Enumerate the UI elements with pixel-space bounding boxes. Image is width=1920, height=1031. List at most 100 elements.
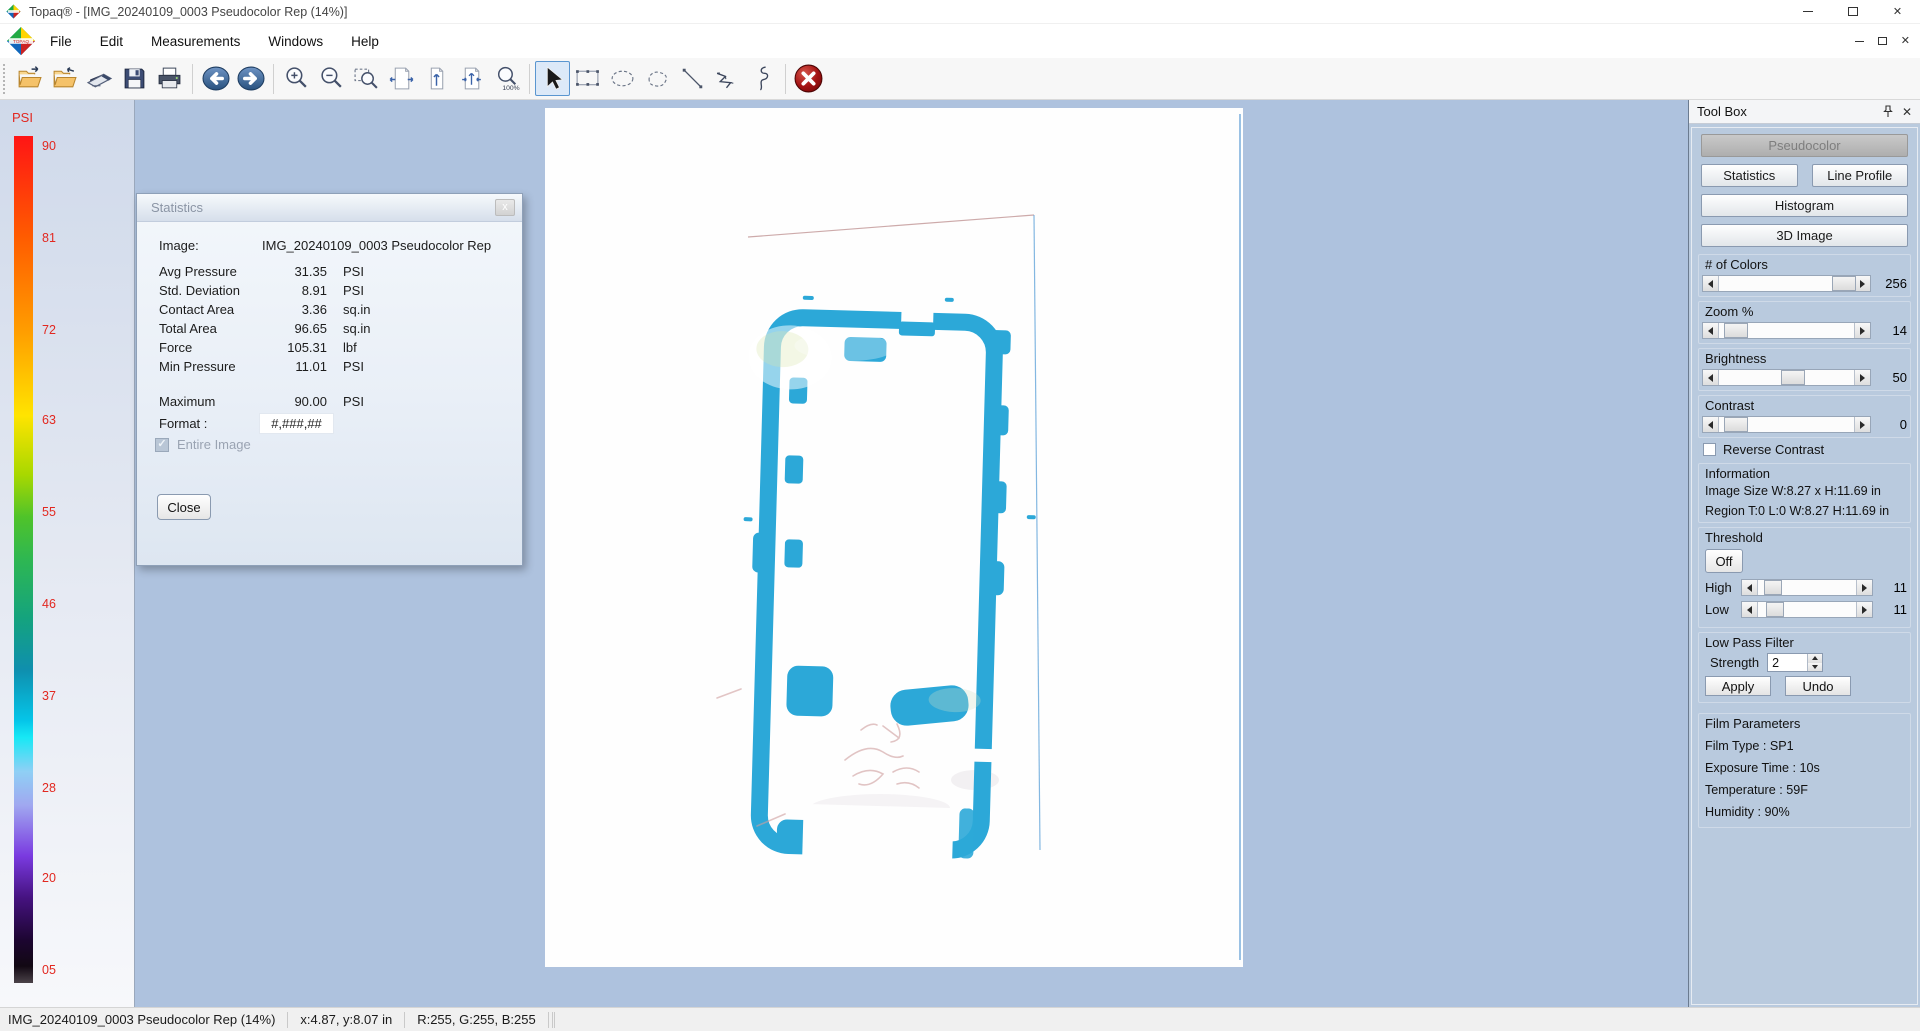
zoom-out-icon[interactable] [314,61,349,96]
contrast-scrollbar[interactable] [1702,416,1871,433]
undo-button[interactable]: Undo [1785,676,1851,696]
statistics-button[interactable]: Statistics [1701,164,1798,187]
menu-measurements[interactable]: Measurements [137,28,254,54]
format-input[interactable]: #,###,## [259,413,334,434]
mdi-close-icon[interactable]: ✕ [1901,36,1910,47]
psi-tick: 63 [42,413,82,427]
mdi-restore-icon[interactable] [1878,37,1887,45]
apply-button[interactable]: Apply [1705,676,1771,696]
fit-window-icon[interactable] [454,61,489,96]
save-icon[interactable] [117,61,152,96]
toolbar: 100% [0,58,1920,100]
stat-label: Force [159,340,192,355]
acquire-scan-icon[interactable] [82,61,117,96]
menu-bar: TOPAQ File Edit Measurements Windows Hel… [0,24,1920,58]
mdi-minimize-icon[interactable] [1855,41,1864,42]
toolbox-close-icon[interactable]: ✕ [1902,105,1912,119]
pin-icon[interactable] [1882,105,1894,118]
reverse-contrast-checkbox[interactable] [1703,443,1716,456]
stat-unit: PSI [343,264,364,279]
scrollbar-thumb[interactable] [1724,323,1748,338]
toolbar-grip[interactable] [3,64,8,94]
fit-height-icon[interactable] [419,61,454,96]
toolbox-panel: Tool Box ✕ Pseudocolor Statistics Line P… [1688,100,1920,1007]
scroll-left-icon[interactable] [1742,602,1758,617]
menu-windows[interactable]: Windows [254,28,337,54]
freehand-region-icon[interactable] [640,61,675,96]
scrollbar-thumb[interactable] [1766,602,1784,617]
maximum-value: 90.00 [227,394,327,409]
dialog-close-icon[interactable]: x [495,199,515,216]
threshold-off-button[interactable]: Off [1705,549,1743,573]
scroll-right-icon[interactable] [1854,370,1870,385]
ellipse-region-icon[interactable] [605,61,640,96]
threshold-high-value: 11 [1877,580,1907,595]
print-icon[interactable] [152,61,187,96]
close-icon[interactable]: ✕ [1875,0,1920,24]
scroll-right-icon[interactable] [1856,580,1872,595]
spin-down-icon[interactable] [1808,663,1822,672]
scroll-right-icon[interactable] [1854,417,1870,432]
line-tool-icon[interactable] [675,61,710,96]
exposure-time: Exposure Time : 10s [1705,761,1905,775]
menu-file[interactable]: File [36,28,86,54]
open-file-icon[interactable] [12,61,47,96]
freehand-line-tool-icon[interactable] [745,61,780,96]
scroll-left-icon[interactable] [1703,417,1719,432]
stat-label: Avg Pressure [159,264,237,279]
scroll-right-icon[interactable] [1854,276,1870,291]
zoom-100-icon[interactable]: 100% [489,61,524,96]
3d-image-button[interactable]: 3D Image [1701,224,1908,247]
maximize-icon[interactable] [1830,0,1875,24]
zoom-in-icon[interactable] [279,61,314,96]
polyline-tool-icon[interactable] [710,61,745,96]
histogram-button[interactable]: Histogram [1701,194,1908,217]
scrollbar-thumb[interactable] [1724,417,1748,432]
strength-spinner[interactable]: 2 [1767,653,1823,672]
pseudocolor-button[interactable]: Pseudocolor [1701,134,1908,157]
scroll-right-icon[interactable] [1854,323,1870,338]
scroll-right-icon[interactable] [1856,602,1872,617]
next-image-icon[interactable] [233,61,268,96]
brightness-scrollbar[interactable] [1702,369,1871,386]
scroll-left-icon[interactable] [1703,370,1719,385]
toolbox-header[interactable]: Tool Box ✕ [1689,100,1920,124]
psi-tick: 55 [42,505,82,519]
spin-up-icon[interactable] [1808,654,1822,663]
scroll-left-icon[interactable] [1703,276,1719,291]
line-profile-button[interactable]: Line Profile [1812,164,1909,187]
film-parameters-title: Film Parameters [1705,716,1907,731]
psi-tick: 28 [42,781,82,795]
scrollbar-thumb[interactable] [1832,276,1856,291]
threshold-title: Threshold [1705,530,1907,545]
scroll-left-icon[interactable] [1703,323,1719,338]
scroll-left-icon[interactable] [1742,580,1758,595]
app-logo-icon [6,4,21,19]
stat-unit: PSI [343,359,364,374]
zoom-window-icon[interactable] [349,61,384,96]
colors-scrollbar[interactable] [1702,275,1871,292]
menu-edit[interactable]: Edit [86,28,137,54]
scanned-page[interactable] [545,108,1243,967]
stat-label: Contact Area [159,302,234,317]
psi-unit-label: PSI [12,110,33,125]
close-file-icon[interactable] [47,61,82,96]
application-window: Topaq® - [IMG_20240109_0003 Pseudocolor … [0,0,1920,1031]
scrollbar-thumb[interactable] [1781,370,1805,385]
fit-width-icon[interactable] [384,61,419,96]
pointer-tool-icon[interactable] [535,61,570,96]
psi-tick: 20 [42,871,82,885]
entire-image-checkbox[interactable]: ✓ [155,438,169,452]
rectangle-region-icon[interactable] [570,61,605,96]
threshold-low-scrollbar[interactable] [1741,601,1873,618]
psi-tick: 05 [42,963,82,977]
cancel-icon[interactable] [791,61,826,96]
zoom-scrollbar[interactable] [1702,322,1871,339]
threshold-high-scrollbar[interactable] [1741,579,1873,596]
minimize-icon[interactable] [1785,0,1830,24]
statistics-dialog-titlebar[interactable]: Statistics x [137,194,522,222]
close-button[interactable]: Close [157,494,211,520]
previous-image-icon[interactable] [198,61,233,96]
menu-help[interactable]: Help [337,28,393,54]
scrollbar-thumb[interactable] [1764,580,1782,595]
